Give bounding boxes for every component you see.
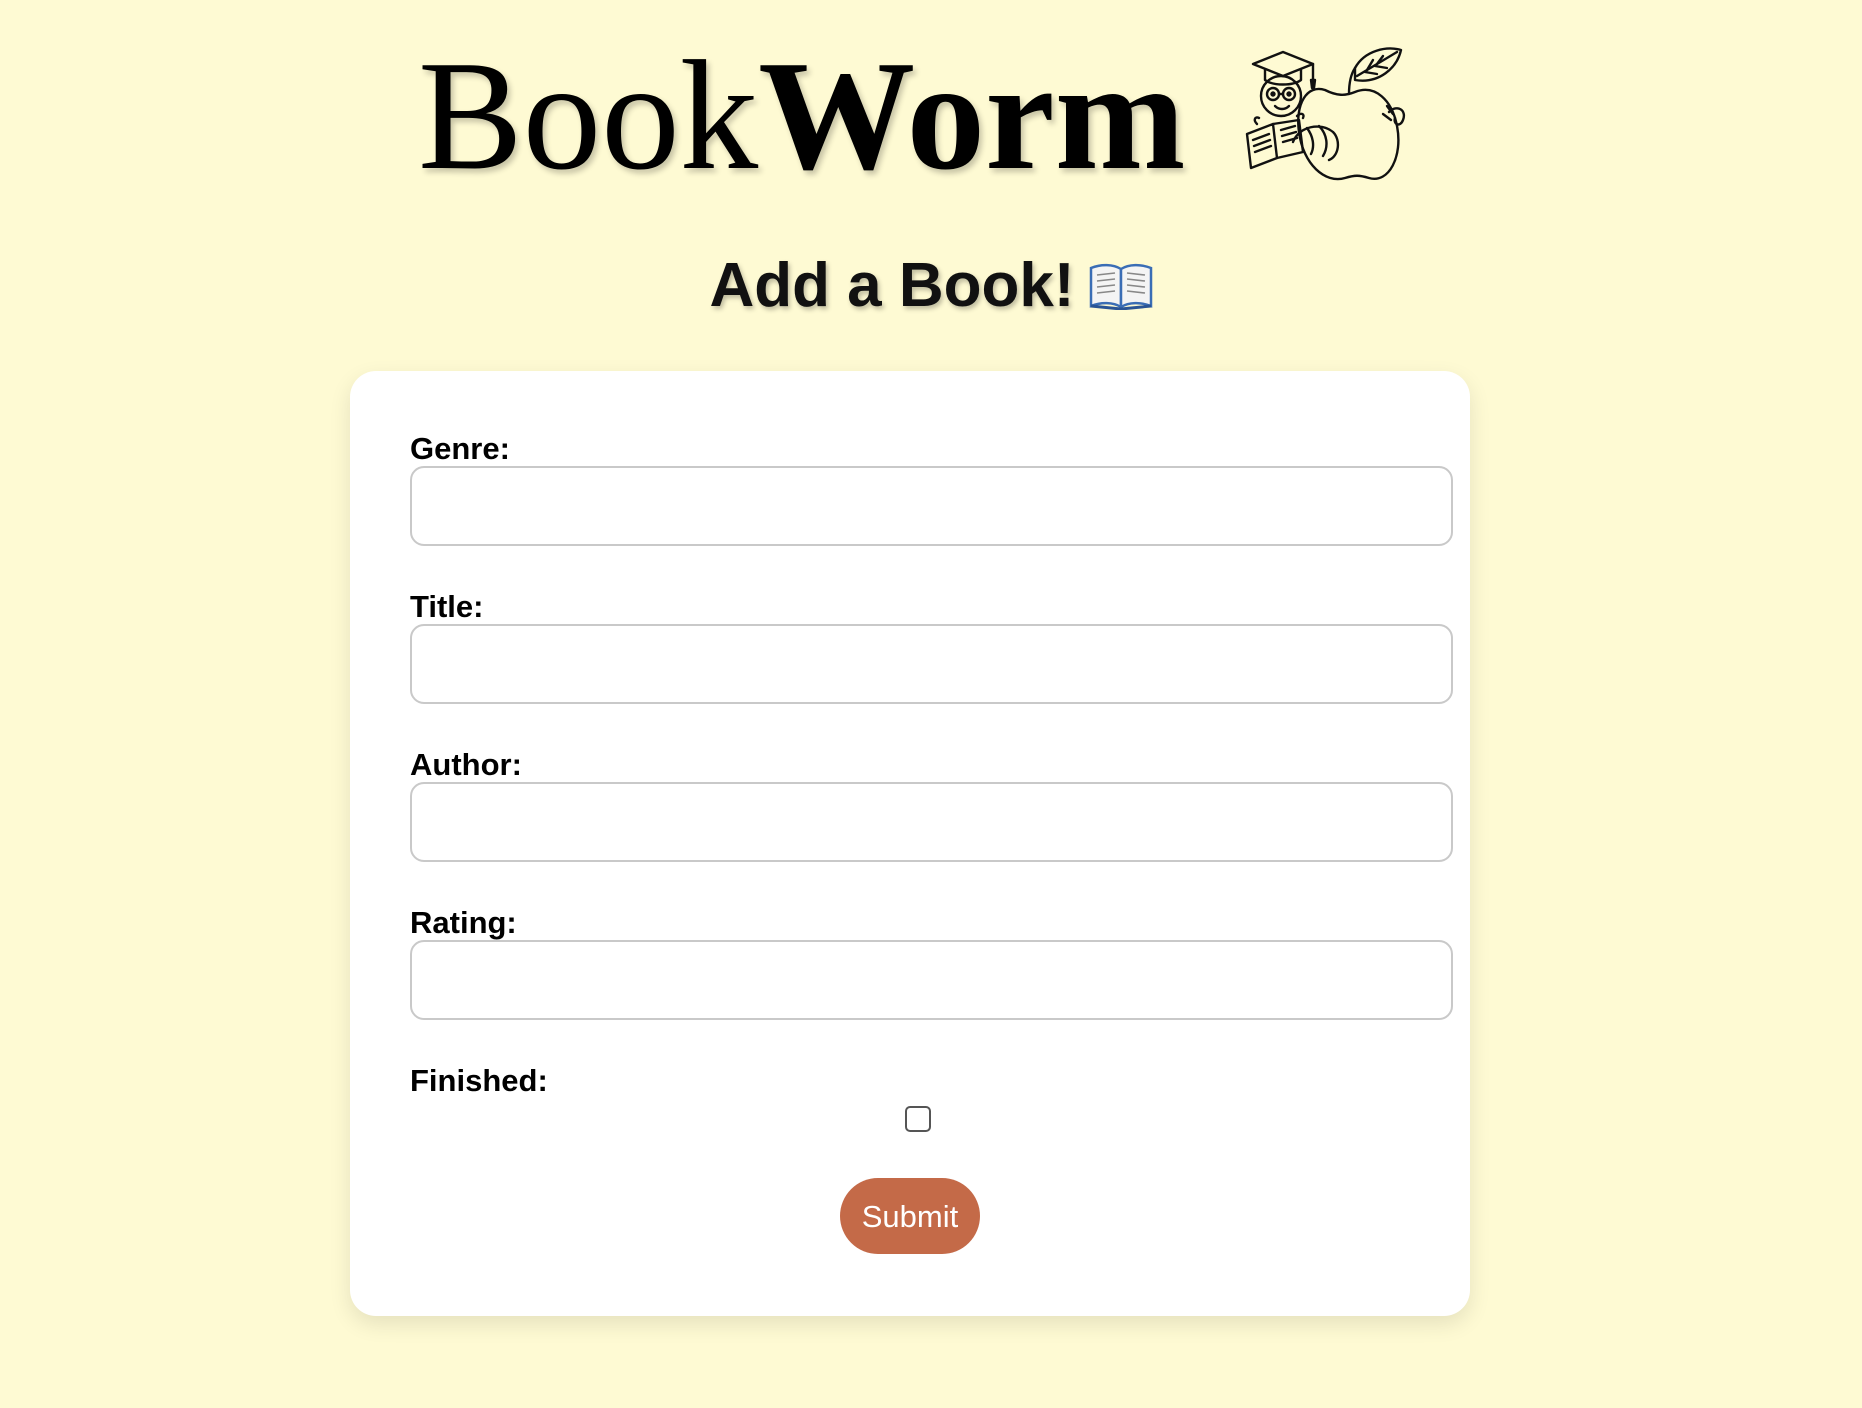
author-input[interactable] (410, 782, 1453, 862)
add-book-form: Genre: Title: Author: Rating: Finished: … (350, 371, 1470, 1316)
open-book-icon (1089, 263, 1152, 310)
title-input[interactable] (410, 624, 1453, 704)
genre-label: Genre: (410, 431, 510, 466)
finished-label: Finished: (410, 1063, 548, 1098)
author-label: Author: (410, 747, 522, 782)
genre-input[interactable] (410, 466, 1453, 546)
brand-title: BookWorm (418, 30, 1186, 200)
submit-button[interactable]: Submit (840, 1178, 980, 1254)
brand-title-book: Book (418, 28, 759, 202)
rating-input[interactable] (410, 940, 1453, 1020)
rating-label: Rating: (410, 905, 517, 940)
title-label: Title: (410, 589, 484, 624)
page-title: Add a Book! (0, 250, 1862, 322)
finished-checkbox[interactable] (905, 1106, 931, 1132)
brand-title-worm: Worm (758, 28, 1186, 202)
page-title-text: Add a Book! (709, 251, 1075, 320)
bookworm-mascot-icon (1245, 47, 1406, 181)
brand-header: BookWorm (0, 30, 1862, 200)
